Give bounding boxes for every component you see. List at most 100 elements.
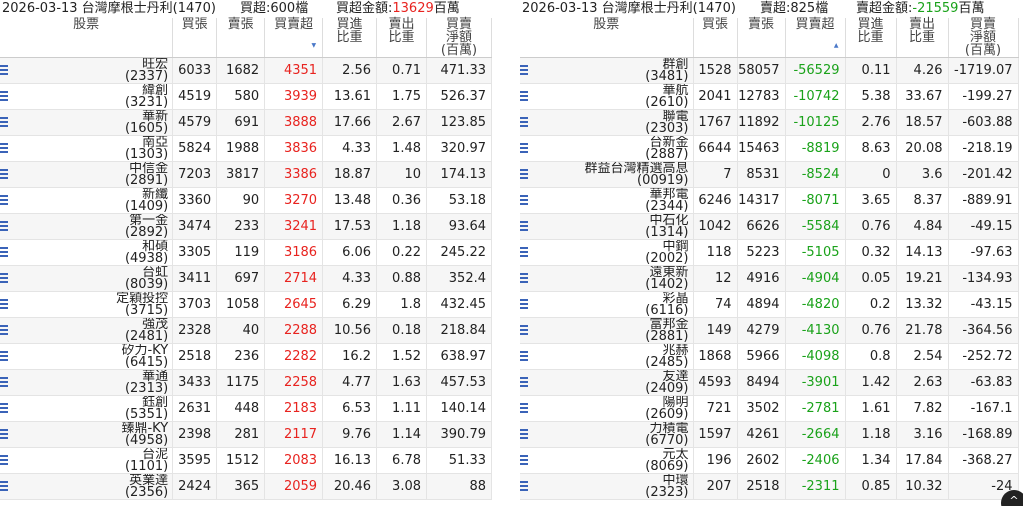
list-icon[interactable] [0, 221, 8, 231]
sort-caret-icon[interactable]: ▲ [834, 39, 839, 52]
col-sell-ratio[interactable]: 賣出 比重 [896, 18, 949, 58]
table-row[interactable]: 富邦金 (2881) 149 4279 -4130 0.76 21.78 -364.56 [520, 317, 1019, 344]
table-row[interactable]: 聯電 (2303) 1767 11892 -10125 2.76 18.57 -603.88 [520, 109, 1019, 136]
stock-cell[interactable]: 中鋼 (2002) [520, 239, 694, 266]
table-row[interactable]: 中環 (2323) 207 2518 -2311 0.85 10.32 -24 [520, 473, 1019, 500]
table-row[interactable]: 群益台灣精選高息 (00919) 7 8531 -8524 0 3.6 -201.42 [520, 161, 1019, 188]
table-row[interactable]: 鈺創 (5351) 2631 448 2183 6.53 1.11 140.14 [0, 395, 492, 422]
stock-cell[interactable]: 力積電 (6770) [520, 421, 694, 448]
list-icon[interactable] [520, 65, 528, 75]
list-icon[interactable] [0, 65, 8, 75]
table-row[interactable]: 中信金 (2891) 7203 3817 3386 18.87 10 174.13 [0, 161, 492, 188]
stock-cell[interactable]: 台新金 (2887) [520, 135, 694, 162]
stock-cell[interactable]: 彩晶 (6116) [520, 291, 694, 318]
stock-cell[interactable]: 緯創 (3231) [0, 83, 174, 110]
table-row[interactable]: 華新 (1605) 4579 691 3888 17.66 2.67 123.85 [0, 109, 492, 136]
stock-cell[interactable]: 中石化 (1314) [520, 213, 694, 240]
list-icon[interactable] [0, 429, 8, 439]
table-row[interactable]: 華航 (2610) 2041 12783 -10742 5.38 33.67 -199.27 [520, 83, 1019, 110]
table-row[interactable]: 群創 (3481) 1528 58057 -56529 0.11 4.26 -1719.07 [520, 57, 1019, 84]
stock-cell[interactable]: 遠東新 (1402) [520, 265, 694, 292]
table-row[interactable]: 第一金 (2892) 3474 233 3241 17.53 1.18 93.64 [0, 213, 492, 240]
list-icon[interactable] [0, 169, 8, 179]
list-icon[interactable] [0, 377, 8, 387]
table-row[interactable]: 遠東新 (1402) 12 4916 -4904 0.05 19.21 -134.93 [520, 265, 1019, 292]
table-row[interactable]: 華邦電 (2344) 6246 14317 -8071 3.65 8.37 -889.91 [520, 187, 1019, 214]
stock-cell[interactable]: 和碩 (4938) [0, 239, 174, 266]
table-row[interactable]: 台虹 (8039) 3411 697 2714 4.33 0.88 352.4 [0, 265, 492, 292]
list-icon[interactable] [0, 247, 8, 257]
table-row[interactable]: 台泥 (1101) 3595 1512 2083 16.13 6.78 51.33 [0, 447, 492, 474]
list-icon[interactable] [520, 169, 528, 179]
col-buy[interactable]: 買張 [172, 18, 218, 58]
list-icon[interactable] [0, 351, 8, 361]
stock-cell[interactable]: 兆赫 (2485) [520, 343, 694, 370]
list-icon[interactable] [0, 273, 8, 283]
stock-cell[interactable]: 新纖 (1409) [0, 187, 174, 214]
stock-cell[interactable]: 第一金 (2892) [0, 213, 174, 240]
list-icon[interactable] [0, 325, 8, 335]
list-icon[interactable] [520, 351, 528, 361]
col-buy-ratio[interactable]: 買進 比重 [322, 18, 378, 58]
list-icon[interactable] [0, 481, 8, 491]
list-icon[interactable] [520, 247, 528, 257]
list-icon[interactable] [520, 481, 528, 491]
stock-cell[interactable]: 旺宏 (2337) [0, 57, 174, 84]
list-icon[interactable] [0, 117, 8, 127]
stock-cell[interactable]: 華航 (2610) [520, 83, 694, 110]
list-icon[interactable] [0, 299, 8, 309]
list-icon[interactable] [520, 325, 528, 335]
table-row[interactable]: 兆赫 (2485) 1868 5966 -4098 0.8 2.54 -252.72 [520, 343, 1019, 370]
stock-cell[interactable]: 富邦金 (2881) [520, 317, 694, 344]
list-icon[interactable] [0, 403, 8, 413]
table-row[interactable]: 強茂 (2481) 2328 40 2288 10.56 0.18 218.84 [0, 317, 492, 344]
stock-cell[interactable]: 臻鼎-KY (4958) [0, 421, 174, 448]
list-icon[interactable] [0, 195, 8, 205]
table-row[interactable]: 台新金 (2887) 6644 15463 -8819 8.63 20.08 -218.19 [520, 135, 1019, 162]
list-icon[interactable] [520, 221, 528, 231]
table-row[interactable]: 南亞 (1303) 5824 1988 3836 4.33 1.48 320.97 [0, 135, 492, 162]
list-icon[interactable] [0, 143, 8, 153]
table-row[interactable]: 緯創 (3231) 4519 580 3939 13.61 1.75 526.37 [0, 83, 492, 110]
sort-caret-icon[interactable]: ▼ [311, 39, 316, 52]
list-icon[interactable] [520, 455, 528, 465]
stock-cell[interactable]: 英業達 (2356) [0, 473, 174, 500]
stock-cell[interactable]: 華新 (1605) [0, 109, 174, 136]
table-row[interactable]: 和碩 (4938) 3305 119 3186 6.06 0.22 245.22 [0, 239, 492, 266]
stock-cell[interactable]: 台虹 (8039) [0, 265, 174, 292]
col-stock[interactable]: 股票 [520, 18, 694, 58]
stock-cell[interactable]: 定穎投控 (3715) [0, 291, 174, 318]
col-sell-ratio[interactable]: 賣出 比重 [376, 18, 427, 58]
list-icon[interactable] [0, 455, 8, 465]
table-row[interactable]: 矽力-KY (6415) 2518 236 2282 16.2 1.52 638.97 [0, 343, 492, 370]
stock-cell[interactable]: 南亞 (1303) [0, 135, 174, 162]
stock-cell[interactable]: 元太 (8069) [520, 447, 694, 474]
table-row[interactable]: 英業達 (2356) 2424 365 2059 20.46 3.08 88 [0, 473, 492, 500]
stock-cell[interactable]: 矽力-KY (6415) [0, 343, 174, 370]
table-row[interactable]: 彩晶 (6116) 74 4894 -4820 0.2 13.32 -43.15 [520, 291, 1019, 318]
table-row[interactable]: 力積電 (6770) 1597 4261 -2664 1.18 3.16 -168.89 [520, 421, 1019, 448]
col-stock[interactable]: 股票 [0, 18, 174, 58]
table-row[interactable]: 陽明 (2609) 721 3502 -2781 1.61 7.82 -167.1 [520, 395, 1019, 422]
col-net[interactable]: 買賣超 ▲ [785, 18, 846, 58]
table-row[interactable]: 定穎投控 (3715) 3703 1058 2645 6.29 1.8 432.45 [0, 291, 492, 318]
col-buy[interactable]: 買張 [693, 18, 738, 58]
list-icon[interactable] [520, 273, 528, 283]
table-row[interactable]: 中石化 (1314) 1042 6626 -5584 0.76 4.84 -49.15 [520, 213, 1019, 240]
stock-cell[interactable]: 群創 (3481) [520, 57, 694, 84]
list-icon[interactable] [0, 91, 8, 101]
stock-cell[interactable]: 群益台灣精選高息 (00919) [520, 161, 694, 188]
col-sell[interactable]: 賣張 [216, 18, 266, 58]
table-row[interactable]: 華通 (2313) 3433 1175 2258 4.77 1.63 457.53 [0, 369, 492, 396]
col-net[interactable]: 買賣超 ▼ [264, 18, 324, 58]
stock-cell[interactable]: 強茂 (2481) [0, 317, 174, 344]
stock-cell[interactable]: 陽明 (2609) [520, 395, 694, 422]
list-icon[interactable] [520, 117, 528, 127]
stock-cell[interactable]: 中信金 (2891) [0, 161, 174, 188]
stock-cell[interactable]: 中環 (2323) [520, 473, 694, 500]
col-buy-ratio[interactable]: 買進 比重 [845, 18, 897, 58]
list-icon[interactable] [520, 91, 528, 101]
table-row[interactable]: 友達 (2409) 4593 8494 -3901 1.42 2.63 -63.83 [520, 369, 1019, 396]
table-row[interactable]: 中鋼 (2002) 118 5223 -5105 0.32 14.13 -97.63 [520, 239, 1019, 266]
chevron-up-icon[interactable]: ^ [1001, 490, 1023, 506]
